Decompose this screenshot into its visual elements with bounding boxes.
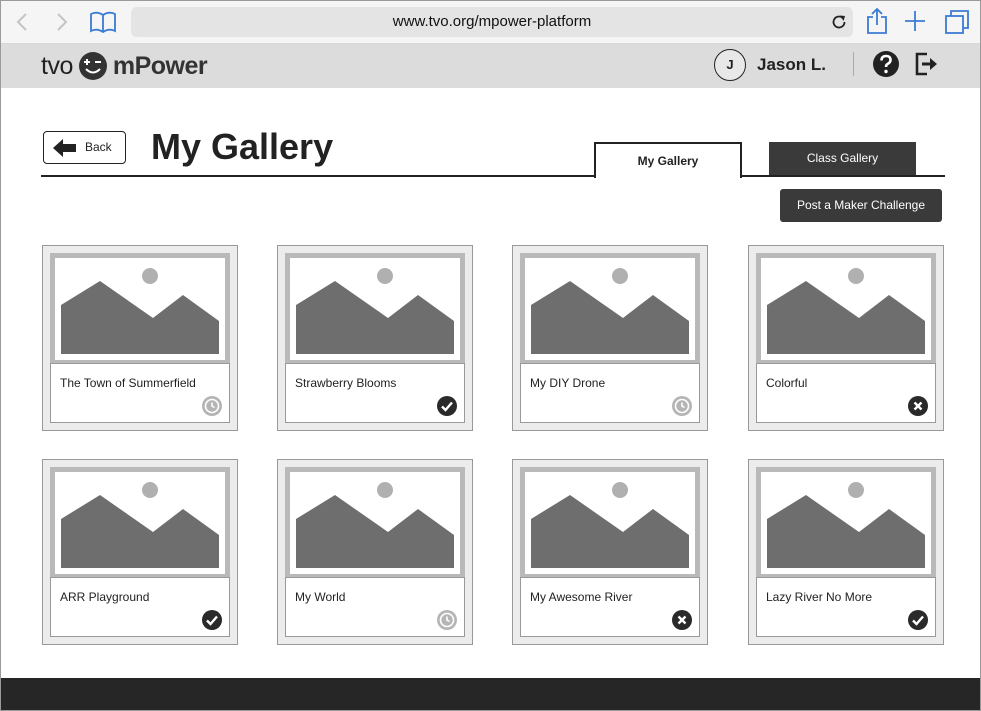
image-placeholder-icon	[285, 467, 465, 579]
back-button[interactable]: Back	[43, 131, 126, 164]
reload-icon[interactable]	[830, 13, 848, 31]
tvo-mpower-logo[interactable]: tvo mPower	[41, 46, 208, 86]
checkmark-icon	[202, 610, 222, 630]
new-tab-icon[interactable]	[904, 10, 926, 32]
page-title: My Gallery	[151, 126, 334, 167]
clock-icon	[672, 396, 692, 416]
back-label: Back	[85, 140, 112, 154]
gallery-card[interactable]: Lazy River No More	[748, 459, 944, 645]
image-placeholder-icon	[756, 467, 936, 579]
post-maker-challenge-button[interactable]: Post a Maker Challenge	[780, 189, 942, 222]
image-placeholder-icon	[520, 253, 700, 365]
share-icon[interactable]	[865, 7, 889, 35]
gallery-card[interactable]: Strawberry Blooms	[277, 245, 473, 431]
image-placeholder-icon	[520, 467, 700, 579]
gallery-card[interactable]: My DIY Drone	[512, 245, 708, 431]
card-caption: Lazy River No More	[756, 577, 936, 637]
x-icon	[672, 610, 692, 630]
gallery-card[interactable]: The Town of Summerfield	[42, 245, 238, 431]
clock-icon	[437, 610, 457, 630]
forward-arrow-icon[interactable]	[51, 11, 71, 33]
url-field[interactable]: www.tvo.org/mpower-platform	[131, 7, 853, 37]
arrow-left-icon	[53, 139, 76, 157]
card-caption: My World	[285, 577, 465, 637]
card-title: My Awesome River	[530, 590, 633, 604]
card-caption: Colorful	[756, 363, 936, 423]
card-caption: My Awesome River	[520, 577, 700, 637]
image-placeholder-icon	[285, 253, 465, 365]
tab-my-gallery[interactable]: My Gallery	[594, 142, 742, 178]
footer-bar	[1, 678, 980, 710]
card-caption: The Town of Summerfield	[50, 363, 230, 423]
card-caption: ARR Playground	[50, 577, 230, 637]
logout-icon[interactable]	[914, 51, 938, 77]
card-title: Lazy River No More	[766, 590, 873, 604]
back-arrow-icon[interactable]	[13, 11, 33, 33]
help-icon[interactable]	[872, 50, 900, 78]
logo-mpower-text: mPower	[112, 51, 208, 80]
image-placeholder-icon	[756, 253, 936, 365]
card-title: My World	[295, 590, 346, 604]
title-divider	[41, 175, 945, 177]
smiley-logo-icon	[78, 52, 107, 80]
card-title: Strawberry Blooms	[295, 376, 397, 390]
image-placeholder-icon	[50, 467, 230, 579]
app-header: tvo mPower J Jason L.	[1, 44, 980, 88]
url-text: www.tvo.org/mpower-platform	[392, 13, 592, 30]
gallery-card[interactable]: Colorful	[748, 245, 944, 431]
gallery-card[interactable]: My Awesome River	[512, 459, 708, 645]
tab-class-gallery[interactable]: Class Gallery	[769, 142, 916, 175]
user-name[interactable]: Jason L.	[757, 55, 826, 75]
image-placeholder-icon	[50, 253, 230, 365]
logo-tvo-text: tvo	[41, 51, 73, 80]
card-caption: Strawberry Blooms	[285, 363, 465, 423]
x-icon	[908, 396, 928, 416]
card-caption: My DIY Drone	[520, 363, 700, 423]
card-title: ARR Playground	[60, 590, 150, 604]
bookmarks-icon[interactable]	[89, 10, 117, 34]
card-title: The Town of Summerfield	[60, 376, 196, 390]
checkmark-icon	[908, 610, 928, 630]
gallery-card[interactable]: My World	[277, 459, 473, 645]
clock-icon	[202, 396, 222, 416]
tabs-overview-icon[interactable]	[944, 9, 970, 35]
checkmark-icon	[437, 396, 457, 416]
card-title: My DIY Drone	[530, 376, 606, 390]
card-title: Colorful	[766, 376, 808, 390]
gallery-card[interactable]: ARR Playground	[42, 459, 238, 645]
header-divider	[853, 52, 854, 76]
avatar[interactable]: J	[714, 49, 746, 81]
browser-toolbar: www.tvo.org/mpower-platform	[1, 1, 980, 44]
